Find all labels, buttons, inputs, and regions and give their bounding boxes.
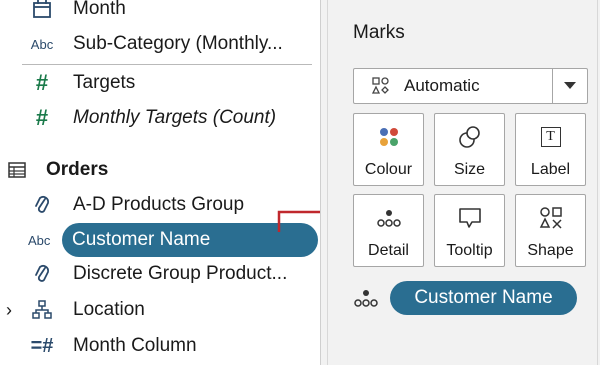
tile-label: Detail bbox=[368, 242, 409, 259]
size-button[interactable]: Size bbox=[434, 113, 505, 186]
tile-label: Label bbox=[530, 161, 571, 178]
detail-icon bbox=[354, 203, 423, 233]
tile-label: Size bbox=[453, 161, 486, 178]
text-icon: T bbox=[516, 122, 585, 152]
colour-button[interactable]: Colour bbox=[353, 113, 424, 186]
tile-label: Shape bbox=[527, 242, 574, 259]
label-button[interactable]: T Label bbox=[515, 113, 586, 186]
detail-icon bbox=[353, 288, 379, 313]
size-icon bbox=[435, 122, 504, 152]
colour-icon bbox=[354, 122, 423, 152]
tooltip-button[interactable]: Tooltip bbox=[434, 194, 505, 267]
pill-label: Customer Name bbox=[414, 287, 553, 308]
chevron-down-icon[interactable] bbox=[552, 69, 587, 103]
marks-title: Marks bbox=[353, 22, 405, 43]
detail-field-pill[interactable]: Customer Name bbox=[390, 281, 577, 315]
marks-card: Marks Automatic Colour Size T Label Deta… bbox=[327, 0, 598, 365]
detail-button[interactable]: Detail bbox=[353, 194, 424, 267]
shape-icon bbox=[516, 203, 585, 233]
tile-label: Colour bbox=[364, 161, 413, 178]
tooltip-icon bbox=[435, 203, 504, 233]
marks-pane: Marks Automatic Colour Size T Label Deta… bbox=[320, 0, 600, 365]
mark-type-dropdown[interactable]: Automatic bbox=[353, 68, 588, 104]
automatic-icon bbox=[371, 77, 390, 100]
mark-type-value: Automatic bbox=[404, 76, 480, 95]
shape-button[interactable]: Shape bbox=[515, 194, 586, 267]
tile-label: Tooltip bbox=[446, 242, 493, 259]
